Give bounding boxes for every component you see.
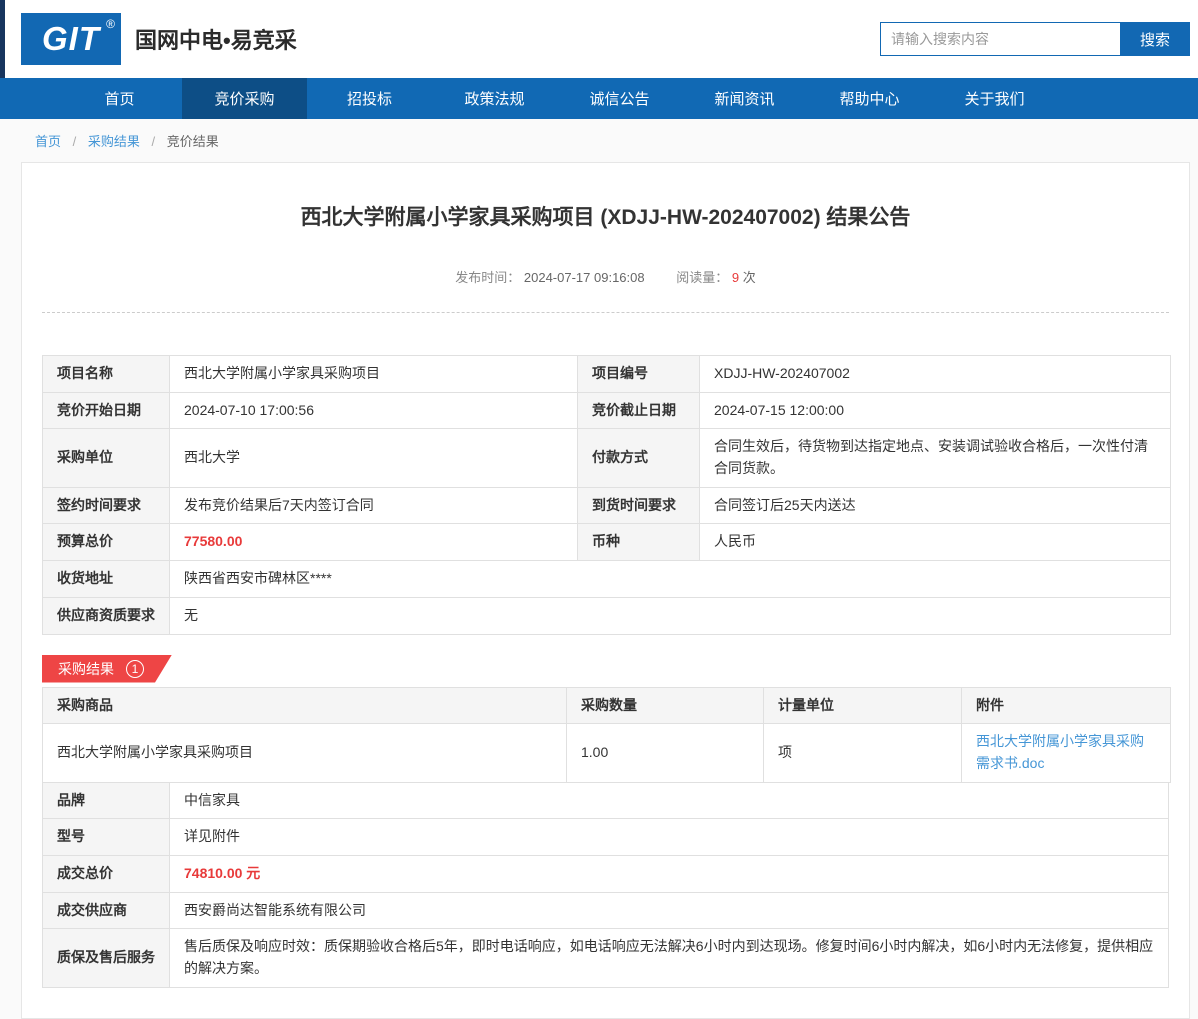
project-info-table: 项目名称 西北大学附属小学家具采购项目 项目编号 XDJJ-HW-2024070… [42, 355, 1171, 635]
product-name: 西北大学附属小学家具采购项目 [43, 724, 567, 782]
breadcrumb-home[interactable]: 首页 [35, 134, 61, 149]
info-value: 陕西省西安市碑林区**** [170, 561, 1171, 598]
purchase-quantity: 1.00 [567, 724, 764, 782]
info-value: 无 [170, 597, 1171, 634]
table-row: 采购单位 西北大学 付款方式 合同生效后，待货物到达指定地点、安装调试验收合格后… [43, 429, 1171, 487]
table-row: 竞价开始日期 2024-07-10 17:00:56 竞价截止日期 2024-0… [43, 392, 1171, 429]
info-label: 供应商资质要求 [43, 597, 170, 634]
detail-label: 质保及售后服务 [43, 929, 170, 987]
purchase-result-label: 采购结果 [58, 659, 114, 679]
info-value: XDJJ-HW-202407002 [700, 356, 1171, 393]
table-row: 西北大学附属小学家具采购项目 1.00 项 西北大学附属小学家具采购需求书.do… [43, 724, 1171, 782]
table-row: 成交总价 74810.00 元 [43, 855, 1169, 892]
info-label: 币种 [578, 524, 700, 561]
info-label: 签约时间要求 [43, 487, 170, 524]
result-count-badge: 1 [126, 660, 144, 678]
info-value: 发布竞价结果后7天内签订合同 [170, 487, 578, 524]
table-row: 质保及售后服务 售后质保及响应时效：质保期验收合格后5年，即时电话响应，如电话响… [43, 929, 1169, 987]
search-input[interactable] [880, 22, 1120, 56]
result-detail-table: 品牌 中信家具 型号 详见附件 成交总价 74810.00 元 成交供应商 西安… [42, 782, 1169, 988]
budget-total-value: 77580.00 [170, 524, 578, 561]
breadcrumb-current: 竞价结果 [167, 134, 219, 149]
table-row: 签约时间要求 发布竞价结果后7天内签订合同 到货时间要求 合同签订后25天内送达 [43, 487, 1171, 524]
article-header: 西北大学附属小学家具采购项目 (XDJJ-HW-202407002) 结果公告 … [42, 163, 1169, 313]
column-header-product: 采购商品 [43, 687, 567, 724]
search-bar: 搜索 [880, 22, 1190, 56]
info-label: 采购单位 [43, 429, 170, 487]
main-nav: 首页 竞价采购 招投标 政策法规 诚信公告 新闻资讯 帮助中心 关于我们 [0, 78, 1198, 119]
winning-supplier-value: 西安爵尚达智能系统有限公司 [170, 892, 1169, 929]
logo-text: GIT [42, 20, 100, 58]
info-label: 收货地址 [43, 561, 170, 598]
detail-label: 品牌 [43, 782, 170, 819]
info-value: 人民币 [700, 524, 1171, 561]
publish-time-value: 2024-07-17 09:16:08 [524, 270, 645, 285]
info-value: 西北大学 [170, 429, 578, 487]
site-logo[interactable]: GIT ® [21, 13, 121, 65]
table-row: 品牌 中信家具 [43, 782, 1169, 819]
nav-item-news[interactable]: 新闻资讯 [682, 78, 807, 119]
header-edge-strip [0, 0, 5, 78]
table-row: 型号 详见附件 [43, 819, 1169, 856]
info-label: 竞价截止日期 [578, 392, 700, 429]
breadcrumb: 首页 / 采购结果 / 竞价结果 [0, 119, 1198, 162]
info-value: 合同签订后25天内送达 [700, 487, 1171, 524]
nav-item-about-us[interactable]: 关于我们 [932, 78, 1057, 119]
nav-item-home[interactable]: 首页 [57, 78, 182, 119]
nav-item-integrity-notice[interactable]: 诚信公告 [557, 78, 682, 119]
detail-label: 成交总价 [43, 855, 170, 892]
purchase-result-table: 采购商品 采购数量 计量单位 附件 西北大学附属小学家具采购项目 1.00 项 … [42, 687, 1171, 783]
info-label: 项目编号 [578, 356, 700, 393]
info-value: 合同生效后，待货物到达指定地点、安装调试验收合格后，一次性付清合同货款。 [700, 429, 1171, 487]
content-card: 西北大学附属小学家具采购项目 (XDJJ-HW-202407002) 结果公告 … [21, 162, 1190, 1019]
info-label: 到货时间要求 [578, 487, 700, 524]
detail-label: 成交供应商 [43, 892, 170, 929]
table-row: 成交供应商 西安爵尚达智能系统有限公司 [43, 892, 1169, 929]
info-value: 西北大学附属小学家具采购项目 [170, 356, 578, 393]
article-meta: 发布时间： 2024-07-17 09:16:08 阅读量： 9 次 [42, 267, 1169, 286]
table-row: 预算总价 77580.00 币种 人民币 [43, 524, 1171, 561]
views-unit: 次 [743, 270, 756, 285]
views-count: 9 [732, 270, 739, 285]
measure-unit: 项 [764, 724, 962, 782]
publish-time-label: 发布时间： [455, 270, 520, 285]
table-header-row: 采购商品 采购数量 计量单位 附件 [43, 687, 1171, 724]
column-header-quantity: 采购数量 [567, 687, 764, 724]
breadcrumb-purchase-results[interactable]: 采购结果 [88, 134, 140, 149]
page-title: 西北大学附属小学家具采购项目 (XDJJ-HW-202407002) 结果公告 [42, 201, 1169, 231]
detail-label: 型号 [43, 819, 170, 856]
site-name: 国网中电•易竞采 [135, 23, 297, 55]
info-label: 竞价开始日期 [43, 392, 170, 429]
info-value: 2024-07-10 17:00:56 [170, 392, 578, 429]
table-row: 收货地址 陕西省西安市碑林区**** [43, 561, 1171, 598]
breadcrumb-separator: / [73, 134, 77, 149]
info-label: 项目名称 [43, 356, 170, 393]
attachment-link[interactable]: 西北大学附属小学家具采购需求书.doc [976, 733, 1144, 771]
final-price-value: 74810.00 元 [170, 855, 1169, 892]
nav-item-bidding-purchase[interactable]: 竞价采购 [182, 78, 307, 119]
nav-item-policy[interactable]: 政策法规 [432, 78, 557, 119]
nav-item-help-center[interactable]: 帮助中心 [807, 78, 932, 119]
views-label: 阅读量： [676, 270, 728, 285]
column-header-unit: 计量单位 [764, 687, 962, 724]
attachment-cell: 西北大学附属小学家具采购需求书.doc [962, 724, 1171, 782]
breadcrumb-separator: / [152, 134, 156, 149]
table-row: 项目名称 西北大学附属小学家具采购项目 项目编号 XDJJ-HW-2024070… [43, 356, 1171, 393]
purchase-result-ribbon: 采购结果 1 [42, 655, 172, 683]
column-header-attachment: 附件 [962, 687, 1171, 724]
model-value: 详见附件 [170, 819, 1169, 856]
brand-value: 中信家具 [170, 782, 1169, 819]
nav-item-tender[interactable]: 招投标 [307, 78, 432, 119]
site-header: GIT ® 国网中电•易竞采 搜索 [0, 0, 1198, 78]
warranty-service-value: 售后质保及响应时效：质保期验收合格后5年，即时电话响应，如电话响应无法解决6小时… [170, 929, 1169, 987]
info-label: 预算总价 [43, 524, 170, 561]
registered-trademark-icon: ® [106, 17, 116, 31]
info-label: 付款方式 [578, 429, 700, 487]
info-value: 2024-07-15 12:00:00 [700, 392, 1171, 429]
search-button[interactable]: 搜索 [1120, 22, 1190, 56]
table-row: 供应商资质要求 无 [43, 597, 1171, 634]
